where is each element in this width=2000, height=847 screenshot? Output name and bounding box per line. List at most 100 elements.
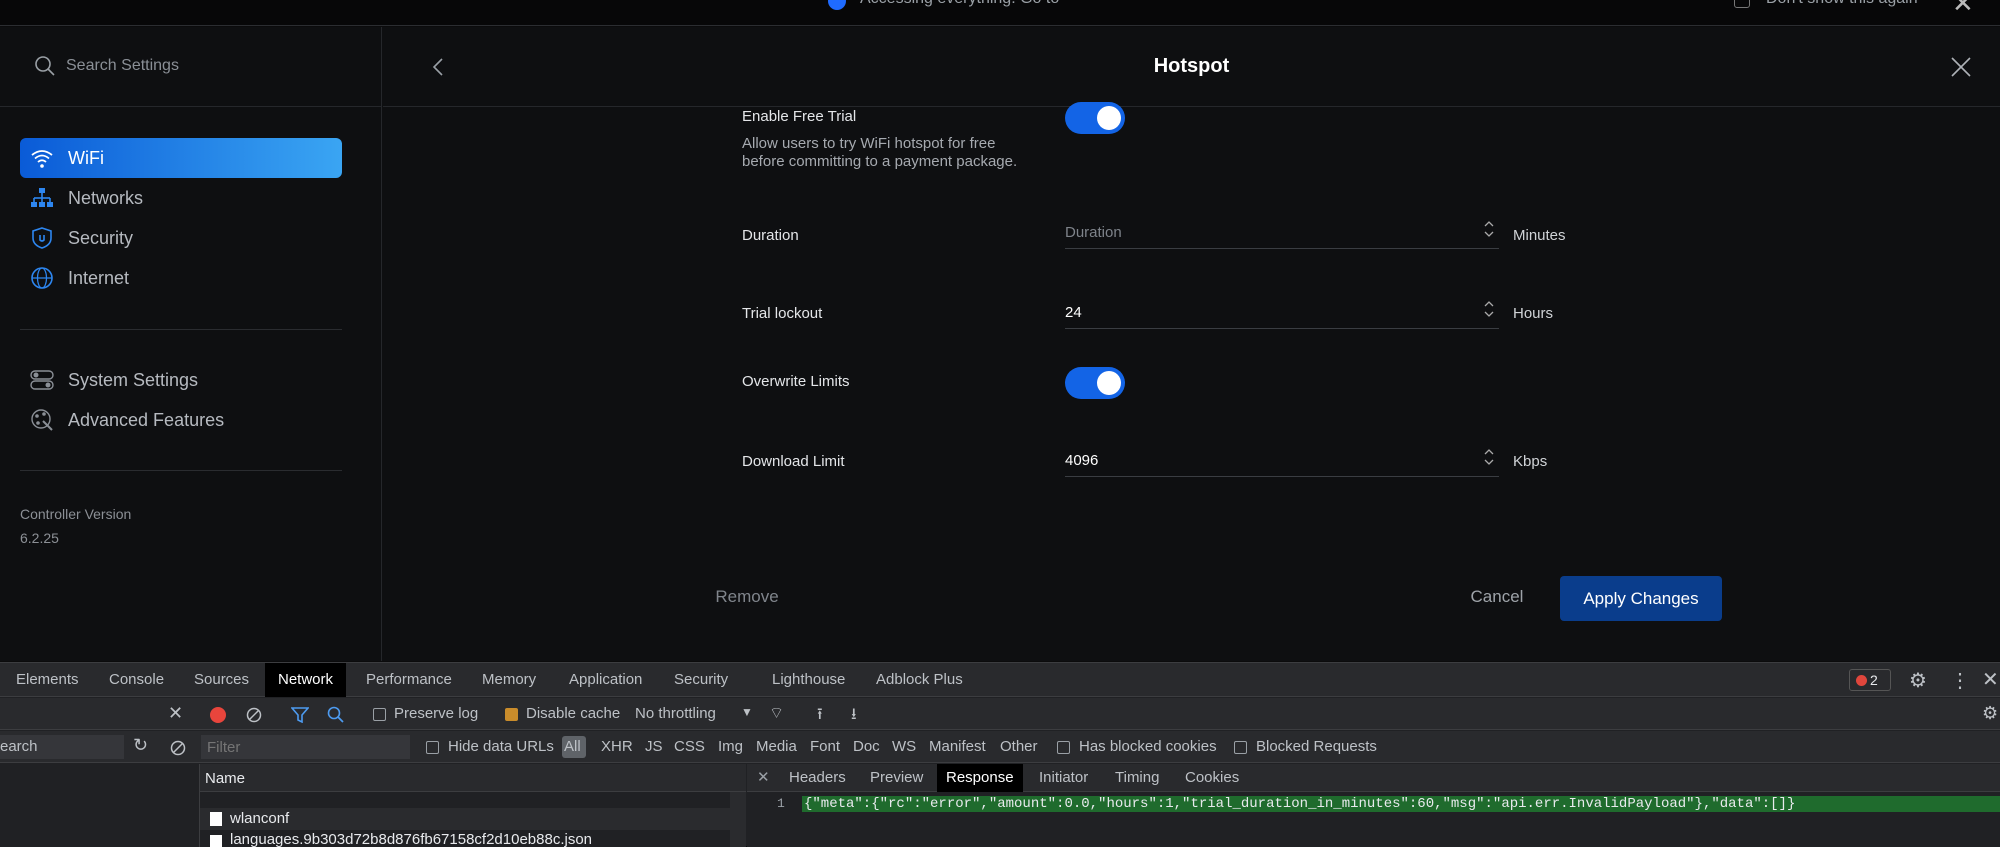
clear-icon[interactable]: [246, 707, 262, 723]
table-row[interactable]: wlanconf: [200, 808, 730, 830]
upload-icon[interactable]: ⭱: [817, 703, 823, 730]
type-other[interactable]: Other: [1000, 738, 1038, 755]
tab-headers[interactable]: Headers: [780, 764, 855, 792]
globe-icon: [31, 267, 53, 289]
type-css[interactable]: CSS: [674, 738, 705, 755]
tab-application[interactable]: Application: [561, 663, 650, 697]
tab-console[interactable]: Console: [101, 663, 172, 697]
toggle-knob: [1097, 371, 1121, 395]
tab-timing[interactable]: Timing: [1106, 764, 1168, 792]
spinner-icon[interactable]: [1483, 219, 1495, 239]
tab-network[interactable]: Network: [265, 663, 347, 697]
sidebar-item-system-settings[interactable]: System Settings: [20, 360, 342, 400]
devtools-panel: Elements Console Sources Network Perform…: [0, 662, 2000, 847]
close-icon[interactable]: [1949, 55, 1973, 79]
type-ws[interactable]: WS: [892, 738, 916, 755]
network-toolbar: ✕ Preserve log Disable cache No throttli…: [0, 698, 2000, 730]
tab-cookies[interactable]: Cookies: [1176, 764, 1248, 792]
download-icon[interactable]: ⭳: [851, 703, 857, 730]
cancel-button[interactable]: Cancel: [1447, 575, 1547, 619]
type-xhr[interactable]: XHR: [601, 738, 633, 755]
throttling-select[interactable]: No throttling: [635, 705, 716, 722]
network-conditions-icon[interactable]: ⌔: [769, 703, 784, 723]
overwrite-limits-toggle[interactable]: [1065, 367, 1125, 399]
type-all[interactable]: All: [564, 738, 581, 755]
tab-response[interactable]: Response: [937, 764, 1023, 792]
close-icon[interactable]: ✕: [1952, 0, 1974, 19]
chevron-down-icon[interactable]: ▼: [741, 705, 753, 719]
type-img[interactable]: Img: [718, 738, 743, 755]
blocked-requests-label: Blocked Requests: [1256, 738, 1377, 755]
sidebar-item-networks[interactable]: Networks: [20, 178, 342, 218]
sidebar-item-wifi[interactable]: WiFi: [20, 138, 342, 178]
download-limit-input[interactable]: [1065, 447, 1465, 473]
error-count-badge[interactable]: 2: [1849, 669, 1891, 691]
has-blocked-cookies-label: Has blocked cookies: [1079, 738, 1217, 755]
disable-cache-label: Disable cache: [526, 705, 621, 722]
type-js[interactable]: JS: [645, 738, 663, 755]
has-blocked-cookies-checkbox[interactable]: [1057, 741, 1070, 754]
type-media[interactable]: Media: [756, 738, 797, 755]
detail-tabs: ✕ Headers Preview Response Initiator Tim…: [747, 764, 2000, 792]
download-limit-label: Download Limit: [742, 453, 845, 470]
remove-button[interactable]: Remove: [695, 575, 799, 619]
duration-field: [1065, 219, 1499, 249]
tab-elements[interactable]: Elements: [8, 663, 87, 697]
duration-input[interactable]: [1065, 219, 1465, 245]
sidebar-item-label: WiFi: [68, 148, 104, 168]
close-search-icon[interactable]: ✕: [168, 703, 183, 724]
name-column-header[interactable]: Name: [205, 770, 245, 787]
dont-show-checkbox[interactable]: [1734, 0, 1750, 8]
spinner-icon[interactable]: [1483, 447, 1495, 467]
search-icon[interactable]: [327, 706, 345, 724]
sidebar-item-label: Internet: [68, 268, 130, 288]
apply-changes-button[interactable]: Apply Changes: [1560, 576, 1722, 621]
tab-memory[interactable]: Memory: [474, 663, 544, 697]
close-detail-icon[interactable]: ✕: [753, 764, 774, 792]
close-devtools-icon[interactable]: ✕: [1982, 667, 1999, 692]
tab-preview[interactable]: Preview: [861, 764, 932, 792]
left-search-field[interactable]: earch: [0, 735, 124, 759]
blocked-requests-checkbox[interactable]: [1234, 741, 1247, 754]
hide-data-urls-checkbox[interactable]: [426, 741, 439, 754]
gear-icon[interactable]: ⚙: [1909, 668, 1927, 693]
clear-icon[interactable]: [170, 740, 186, 756]
scrollbar[interactable]: [730, 792, 746, 847]
type-doc[interactable]: Doc: [853, 738, 880, 755]
tab-sources[interactable]: Sources: [186, 663, 257, 697]
search-input[interactable]: [66, 57, 326, 75]
top-notification-bar: Accessing everything. Go to Don't show t…: [0, 0, 2000, 26]
wifi-icon: [31, 150, 53, 168]
info-icon: [828, 0, 846, 10]
more-menu-icon[interactable]: ⋮: [1950, 668, 1970, 693]
file-icon: [210, 835, 222, 847]
sidebar-item-internet[interactable]: Internet: [20, 258, 342, 298]
free-trial-toggle[interactable]: [1065, 102, 1125, 134]
trial-lockout-input[interactable]: [1065, 299, 1465, 325]
filter-icon[interactable]: [291, 707, 309, 723]
request-list-header: Name: [200, 764, 746, 792]
table-row[interactable]: languages.9b303d72b8d876fb67158cf2d10eb8…: [200, 831, 730, 847]
tab-lighthouse[interactable]: Lighthouse: [764, 663, 853, 697]
page-title: Hotspot: [1153, 55, 1230, 77]
tab-initiator[interactable]: Initiator: [1030, 764, 1097, 792]
type-font[interactable]: Font: [810, 738, 840, 755]
type-manifest[interactable]: Manifest: [929, 738, 986, 755]
tab-security[interactable]: Security: [666, 663, 736, 697]
dont-show-label: Don't show this again: [1766, 0, 1918, 8]
response-body[interactable]: {"meta":{"rc":"error","amount":0.0,"hour…: [804, 796, 1795, 812]
filter-input[interactable]: [201, 735, 410, 759]
tab-adblock-plus[interactable]: Adblock Plus: [868, 663, 971, 697]
refresh-icon[interactable]: ↻: [133, 735, 148, 756]
tab-performance[interactable]: Performance: [358, 663, 460, 697]
record-icon[interactable]: [210, 707, 226, 723]
gear-icon[interactable]: ⚙: [1982, 703, 1998, 724]
preserve-log-checkbox[interactable]: [373, 708, 386, 721]
disable-cache-checkbox[interactable]: [505, 708, 518, 721]
spinner-icon[interactable]: [1483, 299, 1495, 319]
sidebar-item-security[interactable]: Security: [20, 218, 342, 258]
download-limit-field: [1065, 447, 1499, 477]
trial-lockout-label: Trial lockout: [742, 305, 823, 322]
sidebar-item-advanced-features[interactable]: Advanced Features: [20, 400, 342, 440]
advanced-icon: [31, 409, 53, 431]
